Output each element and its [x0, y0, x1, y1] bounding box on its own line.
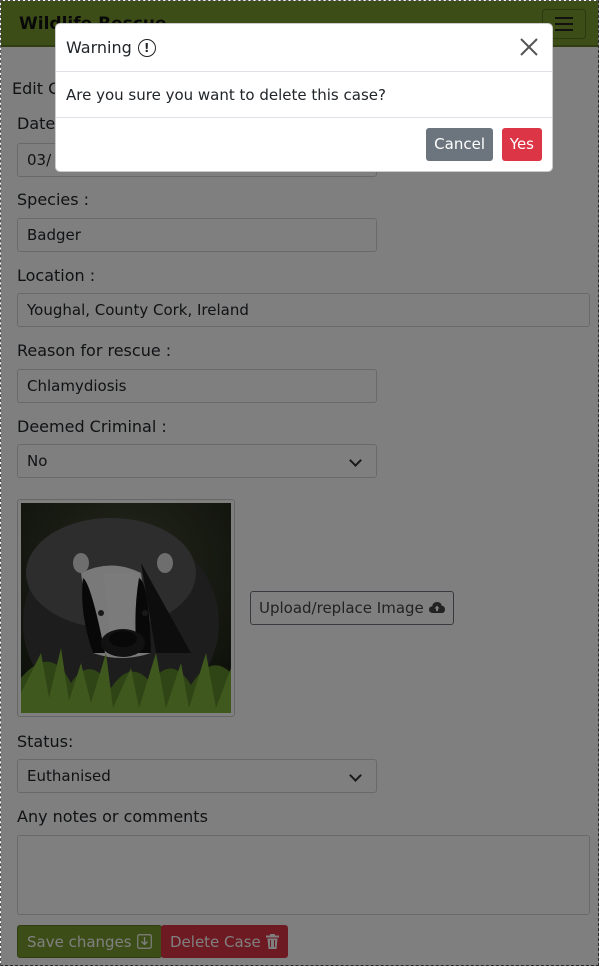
- warning-modal: Warning ! Are you sure you want to delet…: [55, 23, 553, 172]
- yes-button[interactable]: Yes: [501, 128, 542, 161]
- close-icon[interactable]: [516, 34, 542, 60]
- modal-footer: Cancel Yes: [56, 118, 552, 172]
- modal-title-text: Warning: [66, 38, 132, 57]
- modal-header: Warning !: [56, 24, 552, 72]
- exclamation-circle-icon: !: [137, 38, 156, 57]
- modal-title: Warning !: [66, 38, 156, 57]
- cancel-button[interactable]: Cancel: [426, 128, 493, 161]
- modal-message: Are you sure you want to delete this cas…: [56, 72, 552, 118]
